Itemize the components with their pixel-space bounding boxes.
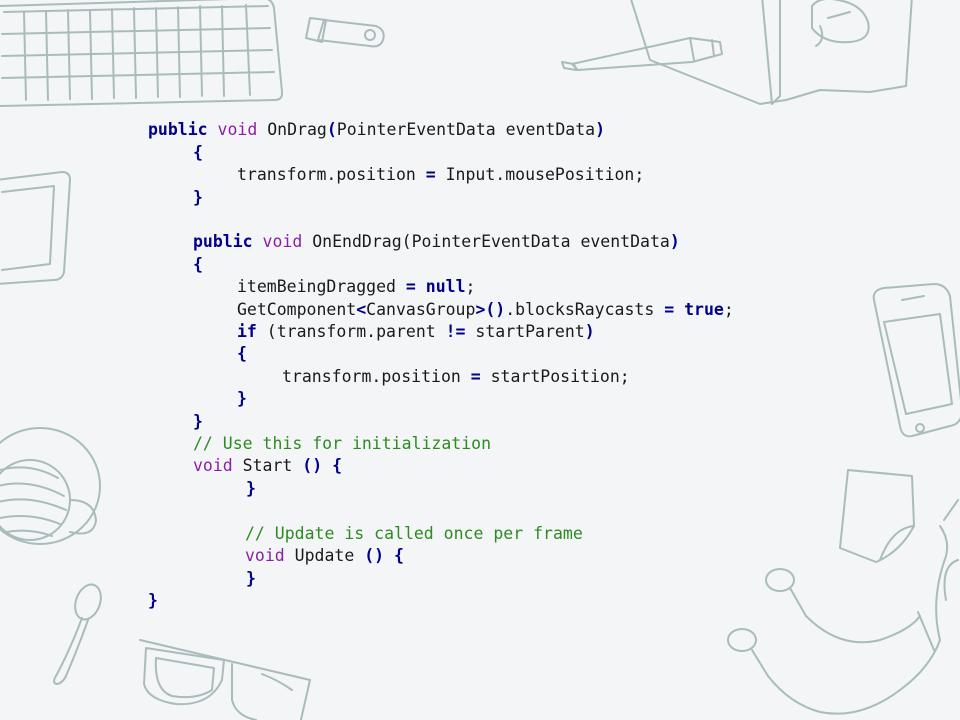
code-token: } [148,591,158,610]
code-line: GetComponent<CanvasGroup>().blocksRaycas… [237,299,734,321]
code-line: transform.position = startPosition; [282,366,630,388]
code-token: = [405,277,416,296]
code-token: .blocksRaycasts [505,300,665,319]
code-token: = [425,165,436,184]
code-token: { [394,546,404,565]
code-token: ) [669,232,680,251]
code-token: void [193,456,233,475]
code-line: transform.position = Input.mousePosition… [237,164,644,186]
code-line: { [237,343,247,365]
code-token: { [193,255,203,274]
code-token: } [246,569,256,588]
code-line: void Update () { [245,545,404,567]
slide: public void OnDrag(PointerEventData even… [0,0,960,720]
code-token: GetComponent [237,300,357,319]
code-token: } [193,188,203,207]
code-token: (transform.parent [256,322,446,341]
code-comment: // Use this for initialization [193,434,492,453]
code-token: public [193,232,253,251]
code-token: transform.position [237,165,426,184]
code-token: public [148,120,208,139]
code-line: // Use this for initialization [193,433,491,455]
code-token: { [237,344,247,363]
code-comment: // Update is called once per frame [245,524,583,543]
code-token: > [475,300,486,319]
code-token: OnDrag [257,120,327,139]
code-line: } [148,590,158,612]
code-token: ) [584,322,595,341]
code-token: ) [595,120,605,139]
code-line: if (transform.parent != startParent) [237,321,595,343]
code-token: != [445,322,466,341]
code-token: startPosition; [480,367,630,386]
code-token: ( [326,120,337,139]
code-line: { [193,142,203,164]
code-token: { [193,143,203,162]
code-token: CanvasGroup [366,300,476,319]
code-line: public void OnEndDrag(PointerEventData e… [193,231,680,253]
code-token: if [237,322,257,341]
code-token: } [193,412,203,431]
code-token: Start [232,456,303,475]
code-token: () [302,456,323,475]
code-token: = [664,300,675,319]
code-token: () [485,300,506,319]
code-token: itemBeingDragged [237,277,406,296]
code-token: () [364,546,385,565]
code-token: } [246,479,256,498]
code-line: itemBeingDragged = null; [237,276,475,298]
code-line: } [246,478,256,500]
code-line: } [246,568,256,590]
code-line: public void OnDrag(PointerEventData even… [148,119,605,141]
code-token: Update [284,546,365,565]
code-token: null [425,277,466,296]
code-token: void [217,120,258,139]
code-token: Input.mousePosition; [435,165,645,184]
code-token: transform.position [282,367,471,386]
code-line: } [193,411,203,433]
code-line: // Update is called once per frame [245,523,583,545]
code-token: { [332,456,343,475]
code-line: { [193,254,203,276]
code-token: PointerEventData eventData [336,120,596,139]
code-token: void [245,546,285,565]
code-token: startParent [465,322,585,341]
code-line: } [193,187,203,209]
code-token: true [684,300,724,319]
code-block: public void OnDrag(PointerEventData even… [0,0,960,720]
code-token: void [262,232,303,251]
code-token: } [237,389,247,408]
code-token: < [356,300,367,319]
code-token: ; [465,277,476,296]
code-line: } [237,388,247,410]
code-line: void Start () { [193,455,342,477]
code-token: OnEndDrag(PointerEventData eventData [302,232,670,251]
code-token: = [470,367,481,386]
code-token: ; [723,300,734,319]
